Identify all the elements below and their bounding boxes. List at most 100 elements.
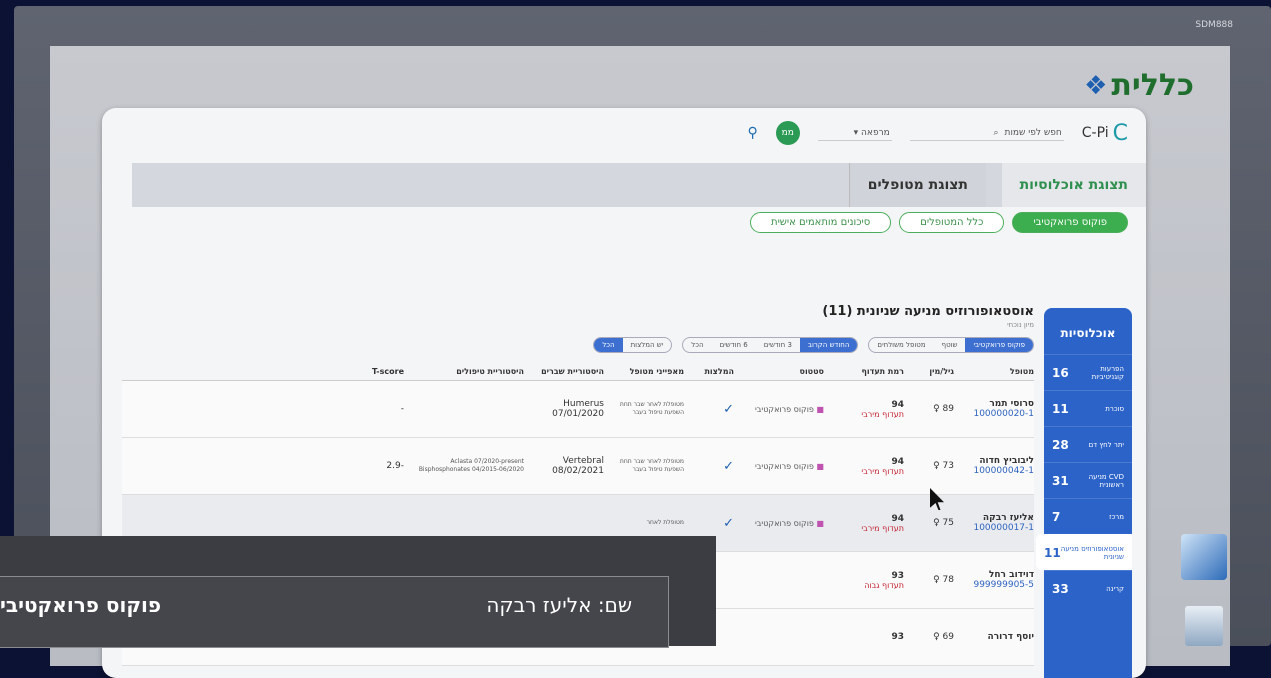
- age-cell: 73 ♀: [904, 461, 954, 471]
- patient-name[interactable]: סרוסי תמר: [954, 399, 1034, 409]
- sidebar-item-label: קרינה: [1106, 584, 1124, 593]
- column-header[interactable]: המלצות: [684, 367, 734, 376]
- sidebar-item-label: יתר לחץ דם: [1088, 440, 1124, 449]
- female-icon: ♀: [933, 575, 940, 585]
- female-icon: ♀: [933, 518, 940, 528]
- sidebar-item[interactable]: קרינה 33: [1044, 570, 1132, 606]
- date-filter-option[interactable]: 3 חודשים: [756, 338, 800, 352]
- priority-label: תעדוף מירבי: [861, 409, 904, 419]
- sidebar-item-selected[interactable]: אוסטאופורוזיס מניעה שניונית 11: [1036, 534, 1132, 570]
- sidebar-item-label: סוכרת: [1105, 404, 1124, 413]
- female-icon: ♀: [933, 461, 940, 471]
- table-header: מטופל גיל/מין רמת תעדוף סטטוס המלצות מאפ…: [122, 367, 1034, 381]
- desktop-computer-icon[interactable]: [1181, 534, 1227, 580]
- sidebar-item[interactable]: הפרעות קוגניטיביות 16: [1044, 354, 1132, 390]
- status-filter-option[interactable]: שוטף: [934, 338, 966, 352]
- priority-value: 94: [891, 399, 904, 410]
- column-header[interactable]: היסטוריית שברים: [524, 367, 604, 376]
- cpi-logo-icon: C: [1112, 120, 1128, 146]
- patient-name[interactable]: יוסף דרורה: [954, 632, 1034, 642]
- date-filter: החודש הקרוב 3 חודשים 6 חודשים הכל: [682, 337, 859, 353]
- overlay-focus-label: פוקוס פרואקטיבי: [0, 593, 162, 617]
- patient-name[interactable]: אליעז רבקה: [954, 513, 1034, 523]
- column-header[interactable]: מטופל: [954, 367, 1034, 376]
- age-value: 78: [942, 575, 954, 585]
- fracture-value: Humerus 07/01/2020: [552, 399, 604, 419]
- tab-populations[interactable]: תצוגת אוכלוסיות: [1001, 163, 1146, 207]
- status-filter-option[interactable]: מטופל משולחים: [869, 338, 933, 352]
- patient-name[interactable]: דוידוב רחל: [954, 570, 1034, 580]
- sidebar-item-count: 31: [1052, 473, 1069, 488]
- search-placeholder: חפש לפי שמות: [1004, 127, 1062, 138]
- sidebar-item[interactable]: סוכרת 11: [1044, 390, 1132, 426]
- tab-patients[interactable]: תצוגת מטופלים: [848, 163, 986, 207]
- date-filter-option[interactable]: הכל: [683, 338, 711, 352]
- female-icon: ♀: [933, 632, 940, 642]
- column-header[interactable]: מאפייני מטופל: [604, 367, 684, 376]
- tscore-value: -: [400, 404, 404, 414]
- priority-label: תעדוף מירבי: [861, 523, 904, 533]
- avatar[interactable]: ממ: [775, 121, 800, 145]
- clalit-logo-icon: ❖: [1084, 70, 1108, 101]
- age-cell: 89 ♀: [904, 404, 954, 414]
- search-icon: ⌕: [993, 127, 999, 138]
- patient-id[interactable]: 100000020-1: [954, 409, 1034, 419]
- table-row[interactable]: סרוסי תמר 100000020-1 89 ♀ 94 תעדוף מירבי …: [122, 381, 1034, 438]
- priority-cell: 94 תעדוף מירבי: [824, 514, 904, 533]
- history-filter-option[interactable]: הכל: [594, 338, 623, 352]
- column-header[interactable]: רמת תעדוף: [824, 367, 905, 376]
- priority-cell: 93: [824, 632, 904, 642]
- treatment-value: Aclasta 07/2020-present Bisphosphonates …: [418, 458, 524, 473]
- priority-cell: 93 תעדוף גבוה: [824, 571, 904, 590]
- sidebar-item-count: 28: [1052, 437, 1069, 452]
- traits-value: מטופלת לאחר שבר תחת השפעת טיפול בעבר: [619, 458, 684, 473]
- overlay-patient-name: שם: אליעז רבקה: [486, 593, 632, 617]
- history-filter-option[interactable]: יש המלצות: [623, 338, 672, 352]
- patient-cell: אליעז רבקה 100000017-1: [954, 513, 1034, 533]
- sidebar-item-label: מרכז: [1109, 512, 1124, 521]
- traits-value: מטופלת לאחר שבר תחת השפעת טיפול בעבר: [619, 401, 684, 416]
- column-header[interactable]: היסטוריית טיפולים: [404, 367, 524, 376]
- sidebar-item-label: אוסטאופורוזיס מניעה שניונית: [1060, 544, 1124, 561]
- pill-all-patients[interactable]: כלל המטופלים: [899, 212, 1005, 233]
- region-select[interactable]: מרפאה ▾: [817, 126, 892, 141]
- female-icon: ♀: [933, 404, 940, 414]
- sidebar-item[interactable]: יתר לחץ דם 28: [1044, 426, 1132, 462]
- pill-custom-risk[interactable]: סיכונים מותאמים אישית: [750, 212, 892, 233]
- region-label: מרפאה: [861, 127, 890, 138]
- patient-name[interactable]: ליבוביץ חדוה: [954, 456, 1034, 466]
- priority-value: 93: [891, 632, 904, 642]
- age-value: 89: [942, 404, 954, 414]
- sidebar-title: אוכלוסיות: [1060, 326, 1116, 340]
- priority-cell: 94 תעדוף מירבי: [824, 400, 904, 419]
- video-overlay: שם: אליעז רבקה פוקוס פרואקטיבי: [0, 536, 716, 648]
- patient-cell: סרוסי תמר 100000020-1: [954, 399, 1034, 419]
- chevron-down-icon: ▾: [853, 127, 859, 138]
- date-filter-option[interactable]: 6 חודשים: [712, 338, 756, 352]
- patient-id[interactable]: 100000017-1: [954, 523, 1034, 533]
- patient-cell: יוסף דרורה: [954, 632, 1034, 642]
- check-icon: ✓: [723, 458, 734, 474]
- column-header[interactable]: גיל/מין: [904, 367, 954, 376]
- patient-id[interactable]: 100000042-1: [954, 466, 1034, 476]
- status-filter-option[interactable]: פוקוס פרואקטיבי: [965, 338, 1033, 352]
- filters-row: פוקוס פרואקטיבי שוטף מטופל משולחים החודש…: [122, 337, 1034, 353]
- sidebar-item[interactable]: CVD מניעה ראשונית 31: [1044, 462, 1132, 498]
- patient-cell: ליבוביץ חדוה 100000042-1: [954, 456, 1034, 476]
- patient-cell: דוידוב רחל 999999905-5: [954, 570, 1034, 590]
- location-icon[interactable]: ⚲: [748, 125, 758, 141]
- column-header[interactable]: סטטוס: [734, 367, 825, 376]
- tscore-value: -2.9: [386, 461, 404, 471]
- overlay-patient-bar: שם: אליעז רבקה פוקוס פרואקטיבי: [0, 576, 669, 648]
- panel-title: אוסטאופורוזיס מניעה שניונית (11): [822, 304, 1034, 319]
- age-cell: 69 ♀: [904, 632, 954, 642]
- date-filter-option[interactable]: החודש הקרוב: [799, 338, 858, 352]
- recycle-bin-icon[interactable]: [1185, 606, 1223, 646]
- table-row[interactable]: ליבוביץ חדוה 100000042-1 73 ♀ 94 תעדוף מיר…: [122, 438, 1034, 495]
- pill-proactive[interactable]: פוקוס פרואקטיבי: [1012, 212, 1128, 233]
- column-header[interactable]: T-score: [122, 367, 404, 376]
- sidebar-item-count: 7: [1052, 509, 1061, 524]
- patient-id[interactable]: 999999905-5: [954, 580, 1034, 590]
- search-input[interactable]: חפש לפי שמות ⌕: [909, 126, 1064, 141]
- sidebar-item[interactable]: מרכז 7: [1044, 498, 1132, 534]
